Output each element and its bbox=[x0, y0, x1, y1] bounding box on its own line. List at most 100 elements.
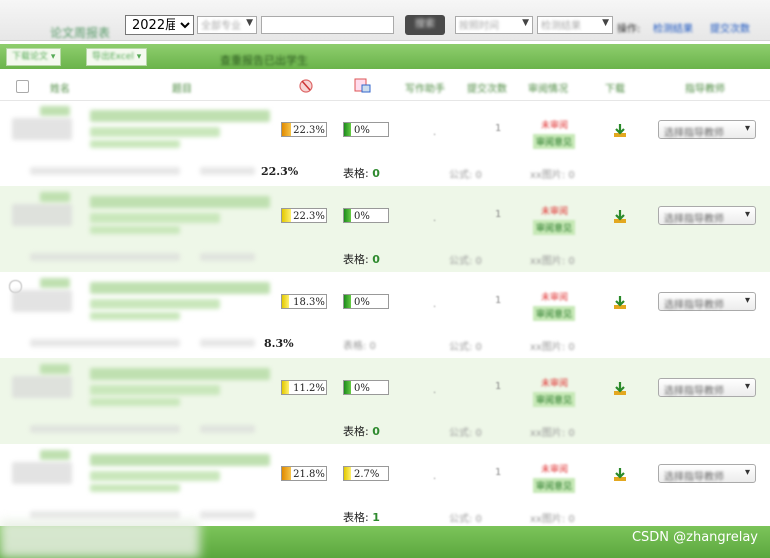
ai-check-icon bbox=[354, 78, 371, 93]
image-count: xx图片: 0 bbox=[530, 342, 575, 353]
plagiarism-fill bbox=[282, 381, 289, 394]
student-name-blur bbox=[40, 192, 70, 202]
image-count: xx图片: 0 bbox=[530, 514, 575, 525]
ai-rate-bar: 0% bbox=[343, 208, 389, 223]
paper-title-blur[interactable] bbox=[90, 454, 270, 466]
ai-rate: 0% bbox=[354, 297, 370, 308]
sort-select[interactable]: 按照时间 ▼ bbox=[455, 16, 533, 34]
total-similarity: 8.3% bbox=[264, 337, 294, 350]
chevron-down-icon: ▼ bbox=[602, 18, 609, 28]
review-opinion-button[interactable]: 审阅意见 bbox=[533, 306, 576, 321]
formula-count: 公式: 0 bbox=[449, 170, 482, 181]
ai-rate: 2.7% bbox=[354, 469, 380, 480]
student-avatar-blur bbox=[12, 204, 72, 226]
table-count: 表格: 0 bbox=[343, 425, 380, 438]
paper-title-blur[interactable] bbox=[90, 368, 270, 380]
download-icon[interactable] bbox=[612, 466, 628, 482]
student-avatar-blur bbox=[12, 376, 72, 398]
submit-count: 1 bbox=[495, 295, 502, 306]
ai-rate-bar: 0% bbox=[343, 122, 389, 137]
formula-count: 公式: 0 bbox=[449, 342, 482, 353]
chevron-down-icon: ▾ bbox=[744, 209, 750, 220]
footer-pagination bbox=[0, 520, 200, 558]
review-opinion-button[interactable]: 审阅意见 bbox=[533, 220, 576, 235]
sub-info-blur bbox=[30, 253, 180, 261]
teacher-select[interactable]: 选择指导教师 ▾ bbox=[658, 464, 756, 483]
table-count: 表格: 0 bbox=[343, 253, 380, 266]
teacher-select[interactable]: 选择指导教师 ▾ bbox=[658, 120, 756, 139]
paper-title-blur[interactable] bbox=[90, 110, 270, 122]
ai-rate: 0% bbox=[354, 125, 370, 136]
chevron-down-icon: ▾ bbox=[744, 295, 750, 306]
plagiarism-fill bbox=[282, 209, 291, 222]
formula-count: 公式: 0 bbox=[449, 428, 482, 439]
download-icon[interactable] bbox=[612, 122, 628, 138]
write-assistant-count: . bbox=[433, 385, 437, 396]
paper-title-blur[interactable] bbox=[90, 196, 270, 208]
write-assistant-count: . bbox=[433, 127, 437, 138]
student-avatar-blur bbox=[12, 118, 72, 140]
select-all-checkbox[interactable] bbox=[16, 80, 29, 93]
page-title: 论文周报表 bbox=[50, 26, 111, 40]
header-review: 审阅情况 bbox=[528, 84, 568, 95]
review-opinion-button[interactable]: 审阅意见 bbox=[533, 478, 576, 493]
sub-info-blur bbox=[30, 167, 180, 175]
ai-rate-bar: 2.7% bbox=[343, 466, 389, 481]
plagiarism-fill bbox=[282, 123, 291, 136]
plagiarism-rate: 18.3% bbox=[293, 297, 325, 308]
link-check-result[interactable]: 检测结果 bbox=[653, 20, 693, 35]
export-excel-button[interactable]: 导出Excel ▾ bbox=[86, 48, 148, 66]
download-icon[interactable] bbox=[612, 208, 628, 224]
download-papers-button[interactable]: 下载论文 ▾ bbox=[6, 48, 62, 66]
student-avatar-blur bbox=[12, 290, 72, 312]
plagiarism-rate-bar: 18.3% bbox=[281, 294, 327, 309]
review-status: 未审阅 bbox=[541, 293, 569, 303]
paper-title-blur-2 bbox=[90, 127, 220, 137]
paper-title-blur-3 bbox=[90, 226, 180, 234]
ai-rate-bar: 0% bbox=[343, 294, 389, 309]
review-opinion-button[interactable]: 审阅意见 bbox=[533, 134, 576, 149]
paper-title-blur-3 bbox=[90, 312, 180, 320]
download-icon[interactable] bbox=[612, 294, 628, 310]
major-select[interactable]: 全部专业 ▼ bbox=[197, 16, 257, 34]
student-name-blur bbox=[40, 278, 70, 288]
chevron-down-icon: ▾ bbox=[744, 123, 750, 134]
write-assistant-count: . bbox=[433, 213, 437, 224]
student-name-blur bbox=[40, 364, 70, 374]
plagiarism-rate-bar: 22.3% bbox=[281, 122, 327, 137]
chevron-down-icon: ▾ bbox=[744, 467, 750, 478]
result-select[interactable]: 检测结果 ▼ bbox=[537, 16, 613, 34]
header-teacher: 指导教师 bbox=[685, 84, 725, 95]
sub-info-blur-2 bbox=[200, 253, 255, 261]
header-topic: 题目 bbox=[172, 84, 192, 95]
paper-title-blur-3 bbox=[90, 140, 180, 148]
review-opinion-button[interactable]: 审阅意见 bbox=[533, 392, 576, 407]
paper-title-blur[interactable] bbox=[90, 282, 270, 294]
submit-count: 1 bbox=[495, 123, 502, 134]
plagiarism-fill bbox=[282, 295, 289, 308]
link-submit-count[interactable]: 提交次数 bbox=[710, 20, 750, 35]
plagiarism-rate-bar: 22.3% bbox=[281, 208, 327, 223]
paper-title-blur-2 bbox=[90, 385, 220, 395]
search-input[interactable] bbox=[261, 16, 394, 34]
table-count: 表格: 1 bbox=[343, 511, 380, 524]
image-count: xx图片: 0 bbox=[530, 428, 575, 439]
submit-count: 1 bbox=[495, 381, 502, 392]
total-similarity: 22.3% bbox=[261, 165, 299, 178]
year-select[interactable]: 2022届 bbox=[125, 15, 194, 35]
header-submit-count: 提交次数 bbox=[467, 84, 507, 95]
teacher-select[interactable]: 选择指导教师 ▾ bbox=[658, 292, 756, 311]
ai-rate: 0% bbox=[354, 211, 370, 222]
toolbar-prefix: 操作: bbox=[617, 24, 641, 35]
chevron-down-icon: ▼ bbox=[246, 18, 253, 28]
download-icon[interactable] bbox=[612, 380, 628, 396]
teacher-select[interactable]: 选择指导教师 ▾ bbox=[658, 378, 756, 397]
teacher-select[interactable]: 选择指导教师 ▾ bbox=[658, 206, 756, 225]
table-count-blur: 表格: 0 bbox=[343, 341, 376, 352]
action-bar-title: 查重报告已出学生 bbox=[220, 54, 308, 67]
paper-title-blur-2 bbox=[90, 299, 220, 309]
plagiarism-icon bbox=[299, 79, 313, 93]
review-status: 未审阅 bbox=[541, 207, 569, 217]
image-count: xx图片: 0 bbox=[530, 256, 575, 267]
search-button[interactable]: 搜索 bbox=[405, 15, 445, 35]
